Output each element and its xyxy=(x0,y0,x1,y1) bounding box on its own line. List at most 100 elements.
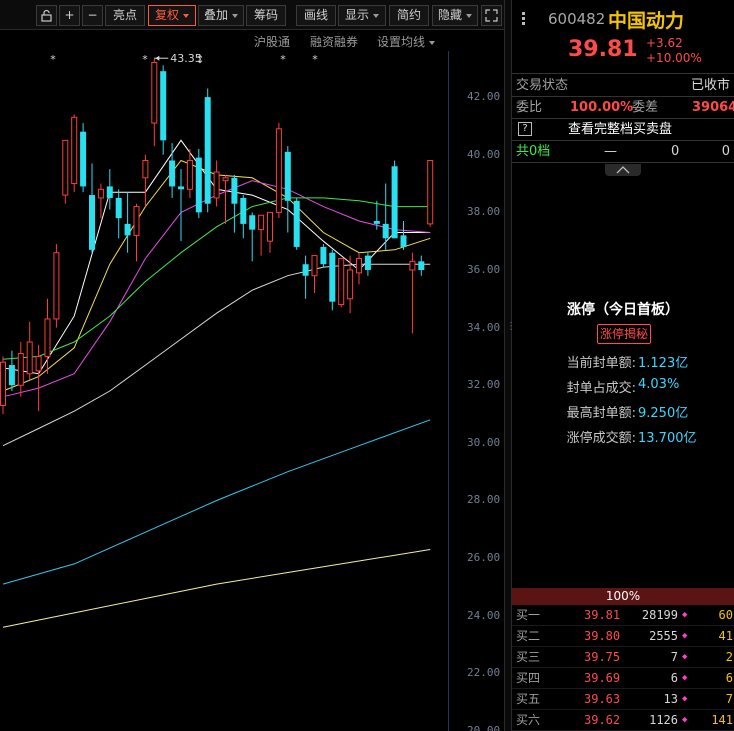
candle-body xyxy=(329,252,336,302)
candle-body xyxy=(53,252,60,320)
candle-body xyxy=(356,257,362,274)
simple-button[interactable]: 简约 xyxy=(389,5,429,26)
candle-body xyxy=(97,188,104,199)
chips-button[interactable]: 筹码 xyxy=(246,5,286,26)
level-orders: 2 xyxy=(725,650,733,664)
level-label: 买一 xyxy=(516,608,541,622)
limit-up-section: 涨停（今日首板） 涨停揭秘 当前封单额: 1.123亿 封单占成交: 4.03% 最… xyxy=(512,186,734,588)
full-book-label: 查看完整档买卖盘 xyxy=(568,122,673,137)
candle-body xyxy=(267,211,273,242)
candle-body xyxy=(169,160,176,187)
orderbook-row[interactable]: 买一 39.81 28199 ◆ 60 xyxy=(512,605,734,626)
adjust-button[interactable]: 复权 xyxy=(148,5,196,26)
level-price: 39.69 xyxy=(584,671,621,685)
diamond-icon: ◆ xyxy=(682,694,688,704)
caret-down-icon xyxy=(232,13,238,18)
ma-settings-link[interactable]: 设置均线 xyxy=(377,33,436,50)
fullscreen-icon xyxy=(485,9,498,22)
limit-stat-row: 涨停成交额: 13.700亿 xyxy=(512,427,734,447)
level-orders: 7 xyxy=(725,692,733,706)
limit-stat-value: 13.700亿 xyxy=(638,431,697,446)
y-tick-label: 40.00 xyxy=(467,147,501,161)
candle-body xyxy=(89,195,95,250)
orderbook-row[interactable]: 买三 39.75 7 ◆ 2 xyxy=(512,647,734,668)
orderbook-row[interactable]: 买二 39.80 2555 ◆ 41 xyxy=(512,626,734,647)
y-tick-label: 30.00 xyxy=(467,435,501,449)
levels-a: 0 xyxy=(671,144,680,159)
candle-body xyxy=(364,255,371,270)
candle-body xyxy=(17,353,24,386)
candle-body xyxy=(249,215,256,230)
full-book-link[interactable]: ? 查看完整档买卖盘 xyxy=(512,119,734,141)
candle-body xyxy=(44,318,51,357)
event-marker: * xyxy=(280,53,286,66)
panel-splitter[interactable]: ⋮ xyxy=(504,0,516,731)
overlay-label: 叠加 xyxy=(203,8,228,22)
zoom-out-button[interactable]: − xyxy=(82,5,103,26)
level-label: 买五 xyxy=(516,692,541,706)
limit-up-reveal-button[interactable]: 涨停揭秘 xyxy=(597,324,651,344)
highlight-button[interactable]: 亮点 xyxy=(105,5,145,26)
kline-chart[interactable]: 43.35* * ↕ * * xyxy=(0,0,448,731)
chips-label: 筹码 xyxy=(253,8,278,22)
y-tick-label: 26.00 xyxy=(467,551,501,565)
event-marker: ↕ xyxy=(195,53,204,66)
levels-dash: — xyxy=(604,144,617,159)
level-price: 39.63 xyxy=(584,692,621,706)
event-marker: * xyxy=(50,53,56,66)
fullscreen-button[interactable] xyxy=(481,5,502,26)
candle-body xyxy=(311,255,318,277)
chart-toolbar: + − 亮点 复权 叠加 筹码 画线 显示 简约 隐藏 xyxy=(0,0,504,30)
candle-body xyxy=(213,171,220,199)
level-price: 39.62 xyxy=(584,713,621,727)
caret-down-icon xyxy=(429,40,436,45)
trade-status-value: 已收市 xyxy=(690,78,730,93)
change-amount: +3.62 xyxy=(646,36,683,50)
candle-body xyxy=(418,261,425,270)
orderbook-row[interactable]: 买六 39.62 1126 ◆ 141 xyxy=(512,710,734,731)
limit-stat-value: 9.250亿 xyxy=(638,406,689,421)
overlay-button[interactable]: 叠加 xyxy=(198,5,244,26)
collapse-button[interactable] xyxy=(605,164,641,176)
candle-body xyxy=(231,177,238,204)
candle-body xyxy=(186,159,193,190)
trade-status-row: 交易状态 已收市 xyxy=(512,75,734,97)
hk-connect-link[interactable]: 沪股通 xyxy=(254,33,290,50)
limit-stat-row: 封单占成交: 4.03% xyxy=(512,377,734,397)
stock-code: 600482 xyxy=(548,10,606,28)
level-price: 39.81 xyxy=(584,608,621,622)
more-menu-icon[interactable] xyxy=(519,10,529,28)
display-button[interactable]: 显示 xyxy=(338,5,386,26)
candle-body xyxy=(151,62,158,124)
hide-button[interactable]: 隐藏 xyxy=(432,5,478,26)
draw-line-button[interactable]: 画线 xyxy=(296,5,336,26)
weicha-value: 39064 xyxy=(692,100,734,115)
level-label: 买六 xyxy=(516,713,541,727)
order-ratio-row: 委比 100.00% 委差 39064 xyxy=(512,97,734,119)
simple-label: 简约 xyxy=(396,8,421,22)
lock-button[interactable] xyxy=(36,5,57,26)
orderbook-row[interactable]: 买五 39.63 13 ◆ 7 xyxy=(512,689,734,710)
level-volume: 1126 xyxy=(649,713,678,727)
orderbook-row[interactable]: 买四 39.69 6 ◆ 6 xyxy=(512,668,734,689)
level-volume: 7 xyxy=(670,650,678,664)
level-price: 39.80 xyxy=(584,629,621,643)
limit-stat-row: 最高封单额: 9.250亿 xyxy=(512,402,734,422)
level-label: 买三 xyxy=(516,650,541,664)
candle-body xyxy=(338,257,345,306)
candle-body xyxy=(400,235,407,247)
chart-subbar: 沪股通 融资融券 设置均线 xyxy=(0,31,448,51)
level-volume: 6 xyxy=(670,671,678,685)
candle-body xyxy=(106,186,113,198)
margin-trading-link[interactable]: 融资融券 xyxy=(310,33,358,50)
candle-body xyxy=(62,139,69,196)
zoom-in-button[interactable]: + xyxy=(59,5,80,26)
levels-b: 0 xyxy=(721,144,730,159)
candle-body xyxy=(409,260,416,271)
candle-body xyxy=(222,177,229,182)
diamond-icon: ◆ xyxy=(682,610,688,620)
arrow-left-icon xyxy=(155,55,160,61)
caret-down-icon xyxy=(373,13,379,18)
limit-stat-row: 当前封单额: 1.123亿 xyxy=(512,352,734,372)
diamond-icon: ◆ xyxy=(682,631,688,641)
